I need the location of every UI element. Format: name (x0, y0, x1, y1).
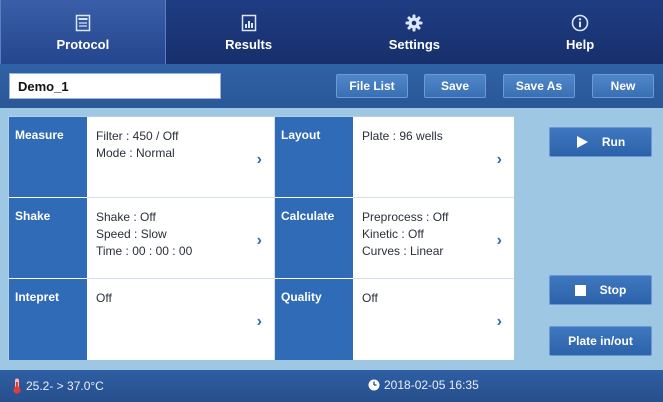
file-toolbar: Demo_1 File List Save Save As New (0, 64, 663, 108)
protocol-settings-panel: Measure Filter : 450 / Off Mode : Normal… (8, 116, 514, 360)
top-navigation: Protocol Results Settings Help (0, 0, 663, 64)
quality-value: Off (362, 291, 378, 305)
shake-label: Shake (9, 198, 87, 279)
intepret-settings[interactable]: Off › (87, 279, 274, 360)
tab-protocol-label: Protocol (56, 37, 110, 52)
quality-label: Quality (275, 279, 353, 360)
clock-icon (368, 379, 384, 391)
intepret-label: Intepret (9, 279, 87, 360)
measure-mode: Mode : Normal (96, 146, 175, 160)
protocol-icon (72, 12, 94, 34)
shake-state: Shake : Off (96, 210, 156, 224)
status-bar: 25.2- > 37.0°C 2018-02-05 16:35 (0, 370, 663, 402)
shake-speed: Speed : Slow (96, 227, 167, 241)
stop-label: Stop (599, 283, 627, 297)
chevron-right-icon: › (256, 313, 262, 330)
quality-settings[interactable]: Off › (353, 279, 514, 360)
file-list-button[interactable]: File List (336, 74, 408, 98)
temperature-readout: 25.2- > 37.0°C (26, 379, 104, 393)
tab-protocol[interactable]: Protocol (0, 0, 166, 64)
tab-results-label: Results (225, 37, 273, 52)
filename-field[interactable]: Demo_1 (9, 73, 221, 99)
chevron-right-icon: › (256, 232, 262, 249)
measure-settings[interactable]: Filter : 450 / Off Mode : Normal › (87, 117, 274, 198)
plate-in-out-button[interactable]: Plate in/out (549, 326, 652, 356)
quality-section: Quality Off › (274, 279, 514, 360)
tab-help-label: Help (566, 37, 595, 52)
measure-section: Measure Filter : 450 / Off Mode : Normal… (9, 117, 274, 198)
stop-button[interactable]: Stop (549, 275, 652, 305)
new-button[interactable]: New (592, 74, 654, 98)
calculate-kinetic: Kinetic : Off (362, 227, 424, 241)
gear-icon (403, 12, 425, 34)
thermometer-icon (12, 378, 26, 394)
shake-time: Time : 00 : 00 : 00 (96, 244, 193, 258)
run-label: Run (601, 135, 626, 149)
layout-section: Layout Plate : 96 wells › (274, 117, 514, 198)
chevron-right-icon: › (496, 232, 502, 249)
measure-filter: Filter : 450 / Off (96, 129, 179, 143)
results-icon (238, 12, 260, 34)
run-button[interactable]: Run (549, 127, 652, 157)
calculate-preprocess: Preprocess : Off (362, 210, 449, 224)
chevron-right-icon: › (256, 151, 262, 168)
calculate-label: Calculate (275, 198, 353, 279)
layout-settings[interactable]: Plate : 96 wells › (353, 117, 514, 198)
temperature-status: 25.2- > 37.0°C (12, 378, 104, 394)
calculate-curves: Curves : Linear (362, 244, 444, 258)
play-icon (576, 136, 588, 148)
layout-plate: Plate : 96 wells (362, 129, 443, 143)
intepret-value: Off (96, 291, 112, 305)
tab-help[interactable]: Help (497, 0, 663, 64)
measure-label: Measure (9, 117, 87, 198)
shake-section: Shake Shake : Off Speed : Slow Time : 00… (9, 198, 274, 279)
tab-settings[interactable]: Settings (332, 0, 498, 64)
tab-results[interactable]: Results (166, 0, 332, 64)
shake-settings[interactable]: Shake : Off Speed : Slow Time : 00 : 00 … (87, 198, 274, 279)
tab-settings-label: Settings (388, 37, 441, 52)
intepret-section: Intepret Off › (9, 279, 274, 360)
layout-label: Layout (275, 117, 353, 198)
calculate-settings[interactable]: Preprocess : Off Kinetic : Off Curves : … (353, 198, 514, 279)
chevron-right-icon: › (496, 151, 502, 168)
save-button[interactable]: Save (424, 74, 486, 98)
save-as-button[interactable]: Save As (503, 74, 575, 98)
stop-icon (574, 284, 586, 296)
datetime-readout: 2018-02-05 16:35 (384, 378, 479, 392)
chevron-right-icon: › (496, 313, 502, 330)
info-icon (569, 12, 591, 34)
datetime-status: 2018-02-05 16:35 (368, 378, 479, 392)
calculate-section: Calculate Preprocess : Off Kinetic : Off… (274, 198, 514, 279)
